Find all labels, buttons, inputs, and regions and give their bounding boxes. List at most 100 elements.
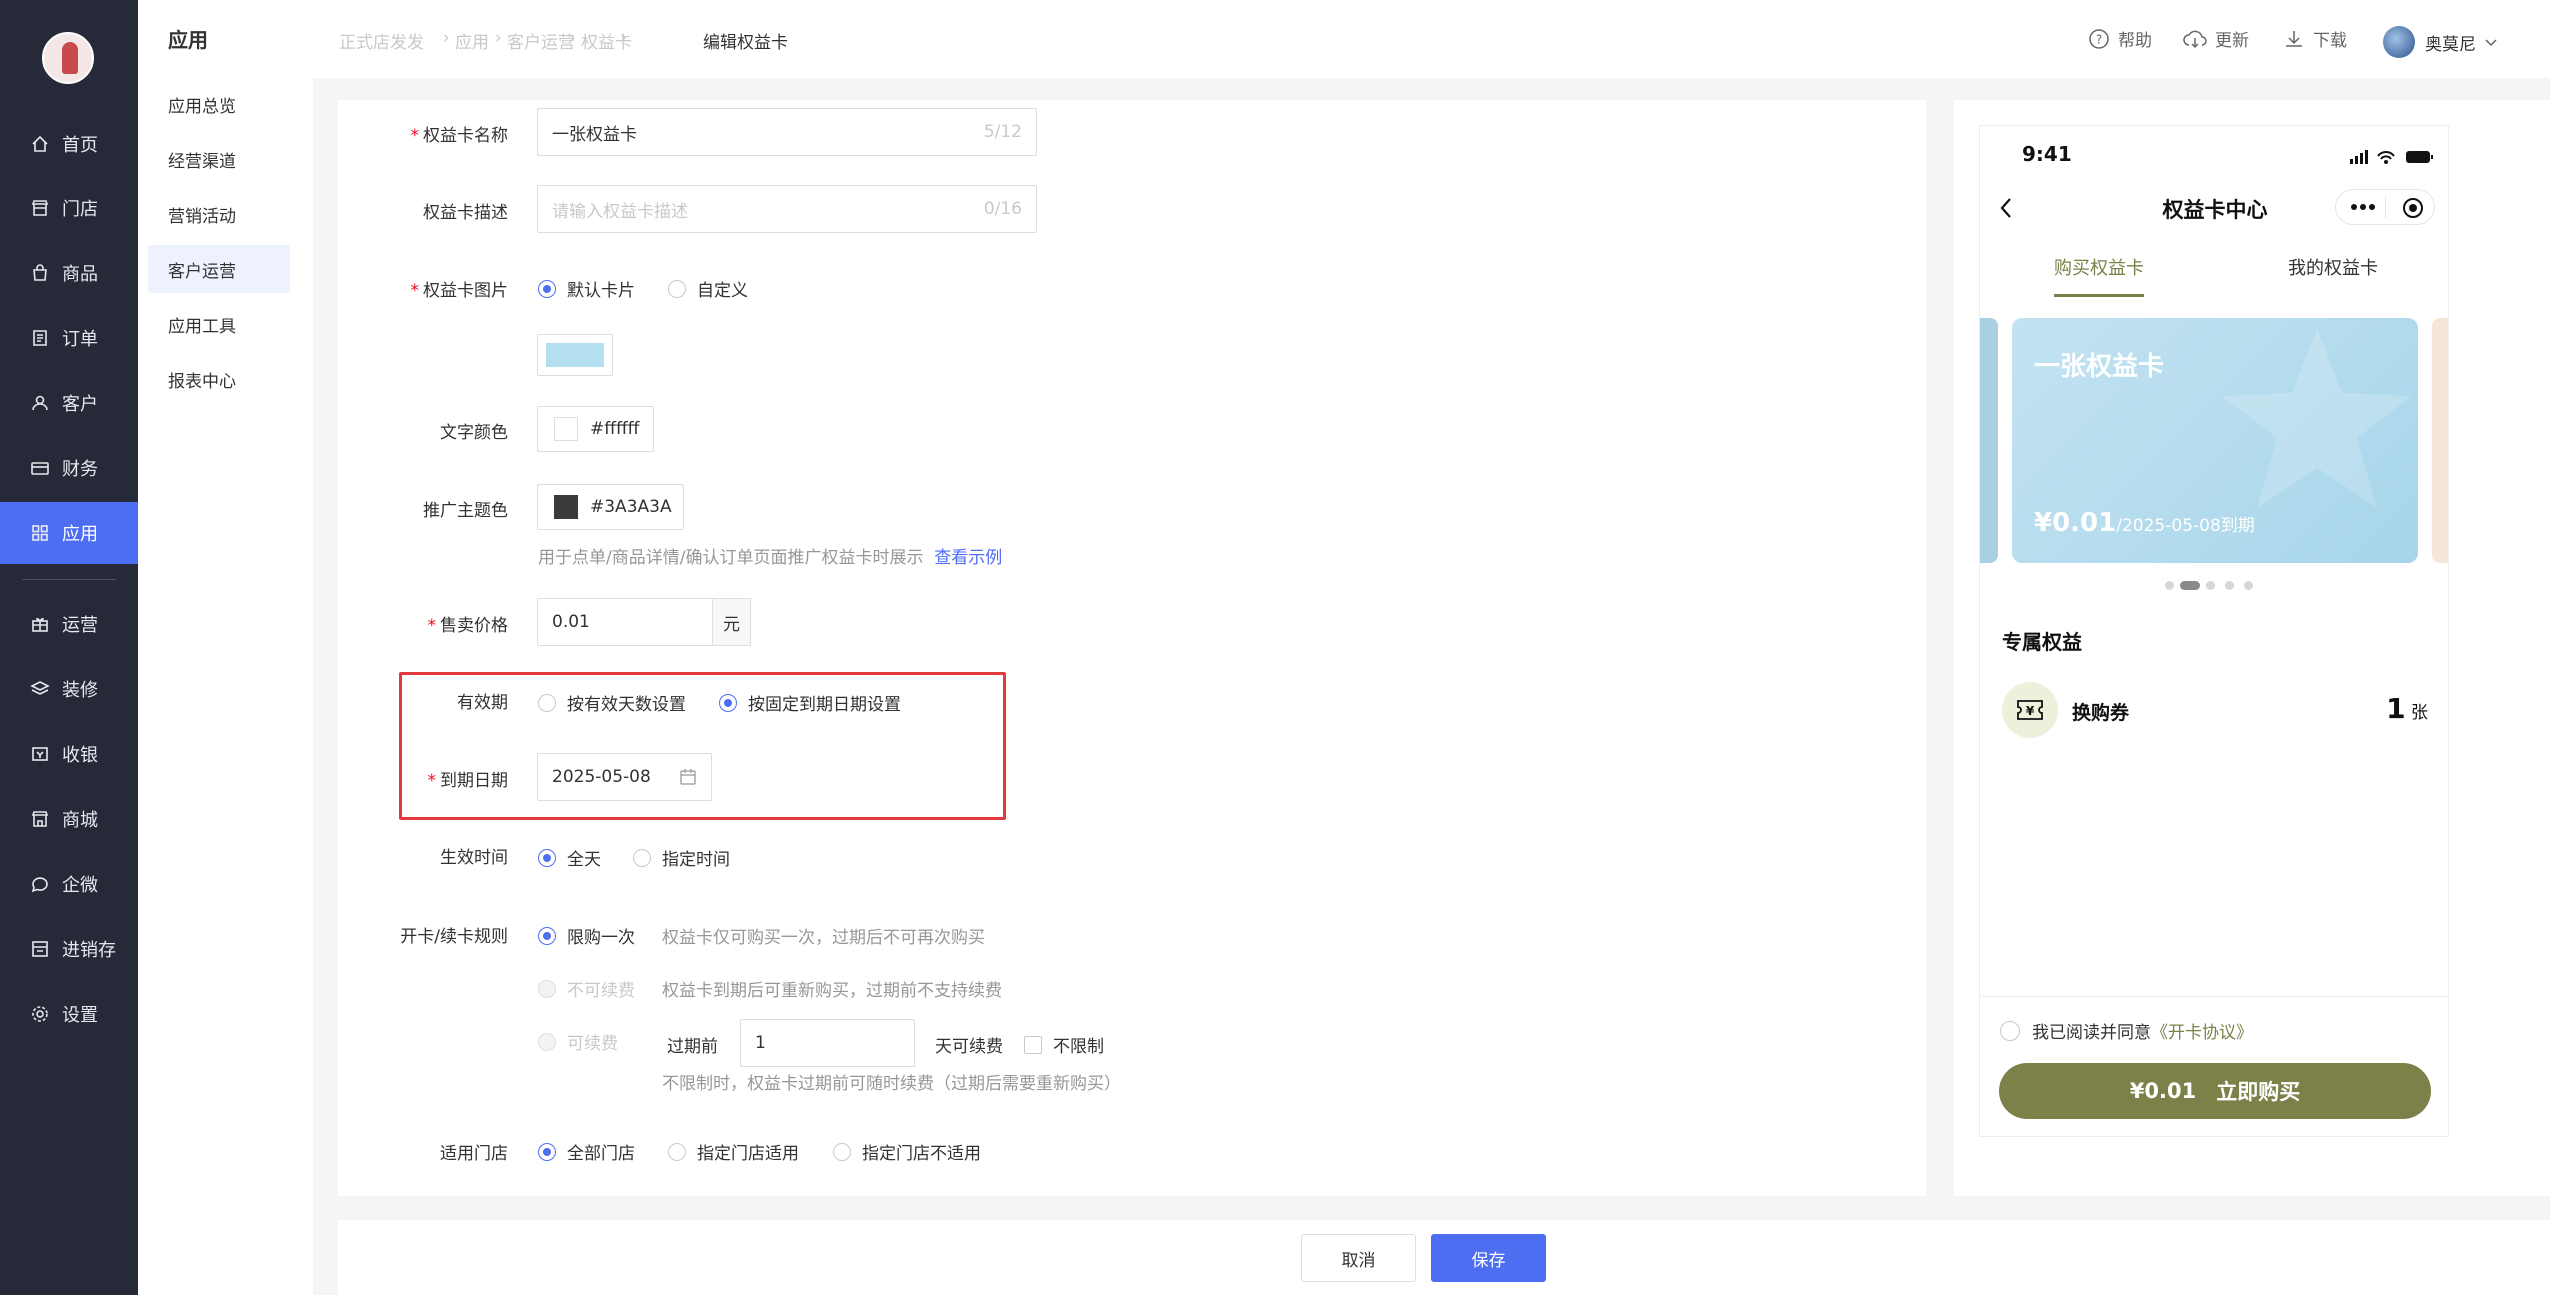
tab-underline: [2054, 294, 2144, 297]
breadcrumb-separator: ›: [443, 28, 450, 48]
user-name: 奥莫尼: [2425, 34, 2476, 55]
card-name: 一张权益卡: [2034, 352, 2165, 382]
effective-specific-radio[interactable]: 指定时间: [633, 845, 730, 870]
sidebar-item-label: 企微: [62, 875, 98, 896]
sidebar-item-bag[interactable]: 商品: [0, 242, 138, 304]
avatar: [2383, 26, 2415, 58]
renew-days-input[interactable]: 1: [740, 1019, 915, 1067]
image-default-radio[interactable]: 默认卡片: [538, 276, 635, 301]
name-label: * 权益卡名称: [410, 126, 509, 146]
help-link[interactable]: ? 帮助: [2088, 26, 2152, 51]
coupon-icon: ¥: [2002, 682, 2058, 738]
shop-logo[interactable]: [42, 32, 94, 84]
sidebar-item-cashier[interactable]: 收银: [0, 723, 138, 785]
sidebar-item-label: 应用: [62, 524, 98, 545]
benefits-section-title: 专属权益: [2002, 630, 2082, 654]
unlimited-checkbox[interactable]: 不限制: [1024, 1032, 1104, 1057]
sidebar-item-label: 门店: [62, 199, 98, 220]
sidebar-item-inventory[interactable]: 进销存: [0, 918, 138, 980]
rule-renew-radio[interactable]: 可续费: [538, 1029, 618, 1054]
update-link[interactable]: 更新: [2183, 26, 2249, 51]
agree-checkbox[interactable]: [2000, 1020, 2020, 1041]
close-capsule-icon[interactable]: [2402, 197, 2424, 219]
more-icon[interactable]: [2350, 203, 2376, 211]
breadcrumb-item[interactable]: 正式店发发: [339, 28, 424, 53]
rule-no-renew-radio[interactable]: 不可续费: [538, 976, 635, 1001]
cloud-icon: [2183, 30, 2207, 48]
subnav-item-channels[interactable]: 经营渠道: [148, 135, 290, 183]
carousel-dot[interactable]: [2165, 581, 2174, 590]
theme-color-picker[interactable]: #3A3A3A: [537, 484, 684, 530]
download-link[interactable]: 下载: [2283, 26, 2347, 51]
subnav-item-customer-ops[interactable]: 客户运营: [148, 245, 290, 293]
card-next-peek: [2432, 318, 2448, 563]
buy-price: ¥0.01: [2129, 1079, 2197, 1103]
carousel-dot[interactable]: [2244, 581, 2253, 590]
subnav-item-reports[interactable]: 报表中心: [148, 355, 290, 403]
tab-buy-card[interactable]: 购买权益卡: [2054, 254, 2144, 280]
card-desc-input[interactable]: 请输入权益卡描述 0/16: [537, 185, 1037, 233]
cancel-button[interactable]: 取消: [1301, 1234, 1416, 1282]
bag-icon: [30, 263, 50, 283]
stores-exclude-radio[interactable]: 指定门店不适用: [833, 1139, 981, 1164]
sidebar-item-settings[interactable]: 设置: [0, 983, 138, 1045]
price-input[interactable]: 0.01: [537, 598, 713, 646]
carousel-dot-active[interactable]: [2180, 581, 2200, 590]
text-color-label: 文字颜色: [440, 423, 508, 443]
card-prev-peek: [1980, 318, 1998, 563]
sidebar-item-apps[interactable]: 应用: [0, 502, 138, 564]
card-name-value: 一张权益卡: [552, 124, 637, 145]
highlight-box: [399, 672, 1006, 820]
sidebar-item-chat[interactable]: 企微: [0, 853, 138, 915]
tab-my-cards[interactable]: 我的权益卡: [2288, 254, 2378, 280]
agreement-link[interactable]: 《开卡协议》: [2151, 1018, 2253, 1043]
sidebar-item-layers[interactable]: 装修: [0, 658, 138, 720]
mini-program-capsule[interactable]: [2335, 189, 2435, 225]
card-desc-placeholder: 请输入权益卡描述: [552, 201, 688, 222]
sidebar-item-gift[interactable]: 运营: [0, 593, 138, 655]
agreement-row[interactable]: 我已阅读并同意 《开卡协议》: [2000, 1018, 2253, 1043]
sub-navigation: 应用 应用总览 经营渠道 营销活动 客户运营 应用工具 报表中心: [138, 0, 313, 1295]
breadcrumb-item[interactable]: 客户运营: [507, 28, 575, 53]
sidebar-item-user[interactable]: 客户: [0, 372, 138, 434]
text-color-picker[interactable]: #ffffff: [537, 406, 654, 452]
agree-text: 我已阅读并同意: [2032, 1023, 2151, 1043]
save-button[interactable]: 保存: [1431, 1234, 1546, 1282]
carousel-dot[interactable]: [2225, 581, 2234, 590]
carousel-dot[interactable]: [2206, 581, 2215, 590]
card-image-thumb: [546, 343, 604, 367]
subnav-item-tools[interactable]: 应用工具: [148, 300, 290, 348]
rule-once-radio[interactable]: 限购一次: [538, 923, 635, 948]
stores-include-radio[interactable]: 指定门店适用: [668, 1139, 799, 1164]
sidebar-item-mall[interactable]: 商城: [0, 788, 138, 850]
svg-text:?: ?: [2096, 32, 2102, 46]
sidebar-item-card[interactable]: 财务: [0, 437, 138, 499]
phone-preview: 9:41 权益卡中心 购买权益卡 我的权益卡 一张权益卡 ¥0.01/2025-…: [1979, 125, 2449, 1137]
benefit-card[interactable]: 一张权益卡 ¥0.01/2025-05-08到期: [2012, 318, 2418, 563]
download-icon: [2286, 30, 2302, 47]
rule-once-hint: 权益卡仅可购买一次，过期后不可再次购买: [662, 928, 985, 948]
stores-all-radio[interactable]: 全部门店: [538, 1139, 635, 1164]
gift-icon: [30, 614, 50, 634]
order-icon: [30, 328, 50, 348]
subnav-item-marketing[interactable]: 营销活动: [148, 190, 290, 238]
sidebar-item-store[interactable]: 门店: [0, 177, 138, 239]
image-custom-radio[interactable]: 自定义: [668, 276, 748, 301]
theme-color-value: #3A3A3A: [590, 497, 672, 517]
view-example-link[interactable]: 查看示例: [934, 548, 1002, 568]
card-name-input[interactable]: 一张权益卡 5/12: [537, 108, 1037, 156]
subnav-title: 应用: [168, 28, 208, 52]
subnav-item-overview[interactable]: 应用总览: [148, 80, 290, 128]
preview-divider: [1980, 996, 2448, 997]
download-label: 下载: [2313, 31, 2347, 51]
effective-allday-radio[interactable]: 全天: [538, 845, 601, 870]
buy-now-button[interactable]: ¥0.01 立即购买: [1999, 1063, 2431, 1119]
sidebar-item-home[interactable]: 首页: [0, 113, 138, 175]
sidebar-item-order[interactable]: 订单: [0, 307, 138, 369]
card-image-picker[interactable]: [537, 334, 613, 376]
mall-icon: [30, 809, 50, 829]
breadcrumb-current: 编辑权益卡: [703, 33, 788, 53]
breadcrumb-item[interactable]: 应用: [455, 28, 489, 53]
sidebar-item-label: 订单: [62, 329, 98, 350]
user-menu[interactable]: 奥莫尼: [2383, 26, 2506, 58]
